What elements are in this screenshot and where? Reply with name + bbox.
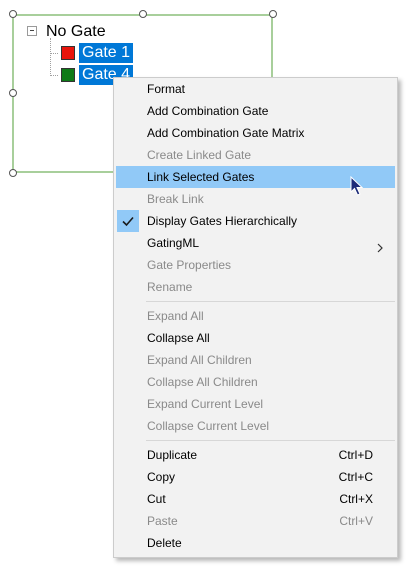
menu-item-label: Link Selected Gates — [147, 170, 255, 184]
menu-item-collapse-all-children[interactable]: Collapse All Children — [116, 371, 395, 393]
menu-item-label: Paste — [147, 514, 178, 528]
menu-item-shortcut: Ctrl+X — [339, 492, 373, 506]
resize-handle-bottom-left[interactable] — [9, 169, 17, 177]
menu-item-label: Collapse All — [147, 331, 210, 345]
menu-item-gatingml[interactable]: GatingML — [116, 232, 395, 254]
menu-item-label: Create Linked Gate — [147, 148, 252, 162]
menu-item-create-linked-gate[interactable]: Create Linked Gate — [116, 144, 395, 166]
menu-item-collapse-all[interactable]: Collapse All — [116, 327, 395, 349]
menu-item-expand-current-level[interactable]: Expand Current Level — [116, 393, 395, 415]
menu-item-shortcut: Ctrl+D — [338, 448, 373, 462]
menu-item-duplicate[interactable]: Duplicate Ctrl+D — [116, 444, 395, 466]
menu-item-format[interactable]: Format — [116, 78, 395, 100]
menu-item-add-combination-gate[interactable]: Add Combination Gate — [116, 100, 395, 122]
menu-item-label: Break Link — [147, 192, 204, 206]
menu-item-collapse-current-level[interactable]: Collapse Current Level — [116, 415, 395, 437]
menu-item-label: Duplicate — [147, 448, 198, 462]
menu-item-label: Add Combination Gate — [147, 104, 269, 118]
resize-handle-middle-left[interactable] — [9, 89, 17, 97]
menu-item-label: Gate Properties — [147, 258, 232, 272]
menu-item-shortcut: Ctrl+V — [339, 514, 373, 528]
menu-item-label: Cut — [147, 492, 166, 506]
menu-item-label: Expand Current Level — [147, 397, 264, 411]
mouse-pointer-icon — [350, 176, 363, 196]
menu-item-paste[interactable]: Paste Ctrl+V — [116, 510, 395, 532]
menu-item-label: Delete — [147, 536, 182, 550]
menu-item-copy[interactable]: Copy Ctrl+C — [116, 466, 395, 488]
tree-connector-line — [50, 53, 58, 54]
menu-item-label: Copy — [147, 470, 176, 484]
menu-item-label: Collapse All Children — [147, 375, 258, 389]
menu-item-shortcut: Ctrl+C — [338, 470, 373, 484]
tree-connector-line — [50, 38, 51, 76]
context-menu: Format Add Combination Gate Add Combinatio… — [113, 77, 398, 558]
menu-item-delete[interactable]: Delete — [116, 532, 395, 554]
menu-item-label: Display Gates Hierarchically — [147, 214, 298, 228]
tree-item-gate-1[interactable]: Gate 1 — [79, 43, 134, 63]
menu-item-label: Add Combination Gate Matrix — [147, 126, 305, 140]
menu-item-expand-all[interactable]: Expand All — [116, 305, 395, 327]
menu-item-label: Rename — [147, 280, 193, 294]
menu-item-add-combination-gate-matrix[interactable]: Add Combination Gate Matrix — [116, 122, 395, 144]
gate-editor-canvas: No Gate Gate 1 Gate 4 Format Add Combinat… — [0, 0, 415, 568]
menu-item-label: Expand All Children — [147, 353, 252, 367]
menu-item-label: Collapse Current Level — [147, 419, 270, 433]
collapse-toggle-icon[interactable] — [27, 26, 37, 36]
check-icon — [117, 210, 139, 232]
menu-item-display-gates-hierarchically[interactable]: Display Gates Hierarchically — [116, 210, 395, 232]
menu-item-rename[interactable]: Rename — [116, 276, 395, 298]
menu-item-cut[interactable]: Cut Ctrl+X — [116, 488, 395, 510]
menu-item-label: Expand All — [147, 309, 204, 323]
tree-root-label[interactable]: No Gate — [46, 22, 106, 42]
menu-item-gate-properties[interactable]: Gate Properties — [116, 254, 395, 276]
menu-item-label: Format — [147, 82, 186, 96]
resize-handle-top-left[interactable] — [9, 10, 17, 18]
menu-item-expand-all-children[interactable]: Expand All Children — [116, 349, 395, 371]
menu-separator — [146, 440, 395, 441]
resize-handle-top-center[interactable] — [139, 10, 147, 18]
tree-connector-line — [50, 75, 58, 76]
menu-separator — [146, 301, 395, 302]
chevron-right-icon — [377, 238, 383, 253]
menu-item-label: GatingML — [147, 236, 200, 250]
gate-color-swatch — [61, 46, 75, 60]
gate-color-swatch — [61, 68, 75, 82]
resize-handle-top-right[interactable] — [269, 10, 277, 18]
